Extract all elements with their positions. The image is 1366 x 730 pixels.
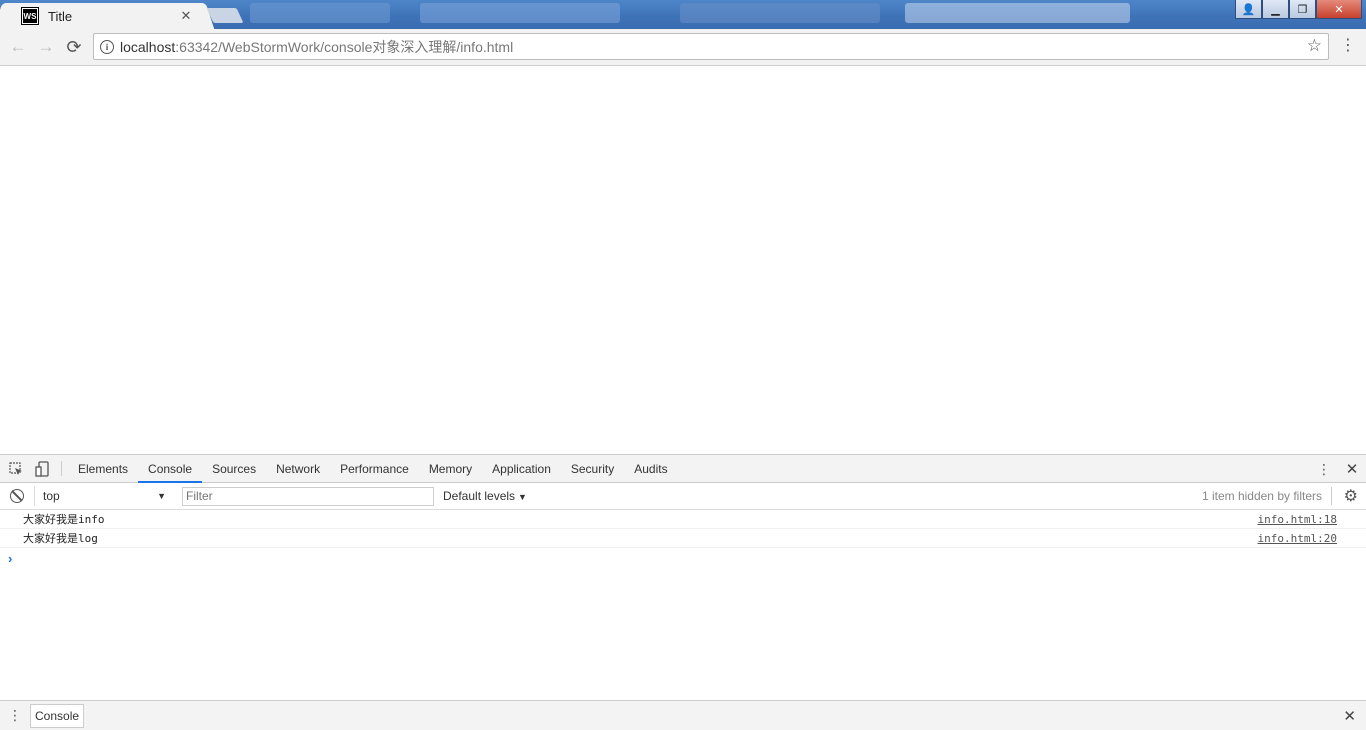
back-arrow-icon[interactable]: ← [7, 37, 29, 57]
browser-toolbar: ← → ⟳ i localhost:63342/WebStormWork/con… [0, 29, 1366, 66]
prompt-chevron-icon: › [8, 550, 13, 566]
tab-application[interactable]: Application [482, 455, 561, 482]
drawer-menu-icon[interactable]: ⋮ [0, 707, 30, 724]
reload-icon[interactable]: ⟳ [63, 37, 85, 57]
window-controls: 👤 ▁ ❐ ✕ [1235, 0, 1362, 19]
info-icon[interactable]: i [100, 39, 114, 54]
url-text[interactable]: localhost:63342/WebStormWork/console对象深入… [120, 37, 513, 57]
tab-performance[interactable]: Performance [330, 455, 419, 482]
new-tab-button[interactable] [206, 8, 244, 23]
devtools-tabbar: Elements Console Sources Network Perform… [0, 455, 1366, 483]
tab-title: Title [48, 8, 73, 24]
blurred-region [420, 3, 620, 23]
bookmark-star-icon[interactable]: ☆ [1307, 36, 1322, 56]
tab-network[interactable]: Network [266, 455, 330, 482]
clear-console-icon[interactable] [10, 489, 24, 503]
console-message-text: 大家好我是info [23, 513, 105, 526]
tab-close-icon[interactable]: ✕ [178, 8, 194, 24]
user-icon[interactable]: 👤 [1235, 0, 1262, 19]
device-toolbar-icon[interactable] [29, 455, 55, 482]
source-link[interactable]: info.html:18 [1258, 513, 1337, 526]
log-levels-label: Default levels [443, 489, 516, 503]
restore-button[interactable]: ❐ [1289, 0, 1316, 19]
source-link[interactable]: info.html:20 [1258, 532, 1337, 545]
console-message: 大家好我是log info.html:20 [0, 529, 1366, 548]
webstorm-favicon-icon: WS [21, 7, 39, 25]
console-message-text: 大家好我是log [23, 532, 98, 545]
address-bar[interactable]: i localhost:63342/WebStormWork/console对象… [93, 33, 1329, 60]
tab-console[interactable]: Console [138, 455, 203, 483]
page-viewport [0, 66, 1366, 454]
tab-audits[interactable]: Audits [624, 455, 677, 482]
log-levels-dropdown[interactable]: Default levels ▼ [443, 489, 527, 503]
browser-menu-icon[interactable]: ⋮ [1340, 38, 1356, 54]
blurred-region [250, 3, 390, 23]
tab-security[interactable]: Security [561, 455, 624, 482]
context-selector[interactable]: top ▼ [34, 486, 174, 506]
close-drawer-icon[interactable]: ✕ [1343, 707, 1356, 725]
inspect-element-icon[interactable] [3, 455, 29, 482]
console-filter-input[interactable] [182, 486, 434, 506]
blurred-region [680, 3, 880, 23]
devtools-drawer: ⋮ Console ✕ [0, 700, 1366, 730]
gear-icon[interactable]: ⚙ [1344, 486, 1358, 506]
dropdown-arrow-icon: ▼ [518, 492, 527, 502]
devtools-tabbar-actions: ⋮ ✕ [1297, 455, 1366, 483]
url-path: :63342/WebStormWork/console对象深入理解/info.h… [175, 38, 514, 55]
devtools-panel: Elements Console Sources Network Perform… [0, 454, 1366, 730]
url-host: localhost [120, 38, 176, 55]
browser-tab[interactable]: WS Title ✕ [4, 3, 204, 29]
tab-sources[interactable]: Sources [202, 455, 266, 482]
drawer-tab-console[interactable]: Console [30, 703, 85, 728]
tab-elements[interactable]: Elements [68, 455, 138, 482]
divider [1331, 487, 1332, 505]
minimize-button[interactable]: ▁ [1262, 0, 1289, 19]
dropdown-arrow-icon: ▼ [157, 491, 166, 501]
hidden-items-note: 1 item hidden by filters [1201, 489, 1322, 503]
console-message: 大家好我是info info.html:18 [0, 510, 1366, 529]
devtools-menu-icon[interactable]: ⋮ [1310, 461, 1338, 478]
tab-strip: WS Title ✕ 👤 ▁ ❐ ✕ [0, 0, 1366, 29]
console-prompt[interactable]: › [0, 548, 1366, 568]
forward-arrow-icon[interactable]: → [35, 37, 57, 57]
close-window-button[interactable]: ✕ [1316, 0, 1362, 19]
context-value: top [43, 489, 60, 503]
tab-memory[interactable]: Memory [419, 455, 482, 482]
blurred-region [905, 3, 1130, 23]
console-filterbar: top ▼ Default levels▼ 1 item hidden by f… [0, 483, 1366, 510]
close-devtools-icon[interactable]: ✕ [1338, 460, 1366, 478]
divider [61, 461, 62, 476]
